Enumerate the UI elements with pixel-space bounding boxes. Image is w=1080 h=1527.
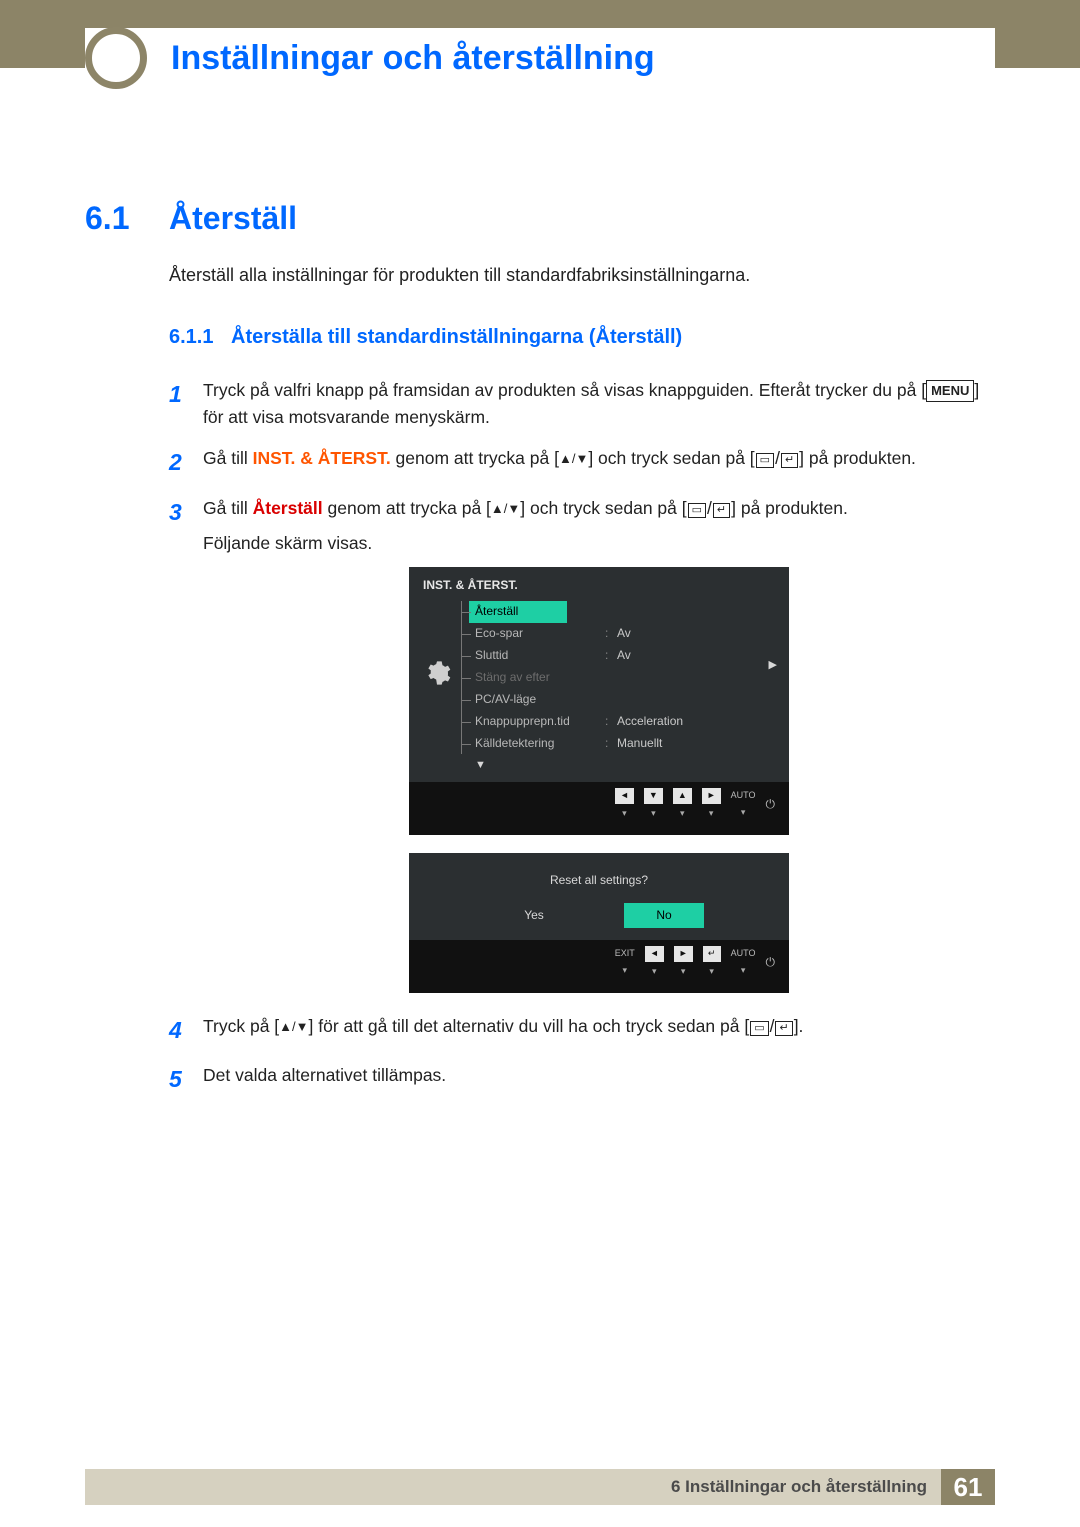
- step-number: 4: [169, 1013, 203, 1049]
- osd-menu-screenshot: INST. & ÅTERST. ÅterställEco-spar:AvSlut…: [409, 567, 789, 835]
- right-arrow-icon: ▶: [769, 657, 777, 674]
- osd-dialog-screenshot: Reset all settings? Yes No EXIT▾ ◄▾ ►▾ ↵…: [409, 853, 789, 993]
- step-2: 2 Gå till INST. & ÅTERST. genom att tryc…: [169, 445, 995, 481]
- osd-item-value: Manuellt: [617, 734, 759, 753]
- osd-item-sep: :: [605, 712, 617, 731]
- up-down-icon: ▲/▼: [279, 1017, 308, 1037]
- highlight-orange: INST. & ÅTERST.: [253, 448, 391, 468]
- step-number: 3: [169, 495, 203, 999]
- step-number: 1: [169, 377, 203, 431]
- chapter-title: Inställningar och återställning: [171, 39, 655, 78]
- chapter-bullet-icon: [85, 27, 147, 89]
- osd-item-value: Av: [617, 624, 759, 643]
- osd-item-sep: :: [605, 646, 617, 665]
- osd-nav-bar: ◄▾ ▼▾ ▲▾ ►▾ AUTO▾ ⏻: [409, 782, 789, 835]
- enter-icon: ▭: [756, 453, 774, 468]
- osd-menu-item: Knappupprepn.tid:Acceleration: [475, 711, 759, 733]
- enter-icon: ↵: [775, 1021, 792, 1036]
- enter-icon: ↵: [713, 503, 730, 518]
- menu-key-icon: MENU: [926, 380, 974, 402]
- step-text: genom att trycka på [: [391, 448, 559, 468]
- osd-item-value: Av: [617, 646, 759, 665]
- nav-left-icon: ◄: [645, 946, 664, 962]
- osd-menu-item: Sluttid:Av: [475, 645, 759, 667]
- section-intro: Återställ alla inställningar för produkt…: [169, 265, 995, 286]
- nav-down-icon: ▼: [644, 788, 663, 804]
- step-text: ] för att gå till det alternativ du vill…: [309, 1016, 750, 1036]
- step-text: ] på produkten.: [731, 498, 848, 518]
- page-footer: 6 Inställningar och återställning 61: [85, 1469, 995, 1505]
- step-text: ] på produkten.: [799, 448, 916, 468]
- osd-item-label: Återställ: [475, 602, 605, 621]
- power-icon: ⏻: [766, 953, 776, 972]
- nav-exit: EXIT: [615, 947, 635, 961]
- step-3: 3 Gå till Återställ genom att trycka på …: [169, 495, 995, 999]
- enter-icon: ▭: [750, 1021, 768, 1036]
- nav-enter-icon: ↵: [703, 946, 721, 962]
- osd-item-label: PC/AV-läge: [475, 690, 605, 709]
- osd-menu-item: Källdetektering:Manuellt: [475, 733, 759, 755]
- step-text: Det valda alternativet tillämpas.: [203, 1062, 995, 1098]
- step-text: Gå till: [203, 448, 253, 468]
- page-number: 61: [941, 1469, 995, 1505]
- nav-right-icon: ►: [674, 946, 693, 962]
- steps-list: 1 Tryck på valfri knapp på framsidan av …: [169, 377, 995, 1098]
- step-text: genom att trycka på [: [323, 498, 491, 518]
- step-text: Tryck på [: [203, 1016, 279, 1036]
- osd-item-sep: :: [605, 624, 617, 643]
- osd-item-label: Eco-spar: [475, 624, 605, 643]
- step-text: ] och tryck sedan på [: [588, 448, 754, 468]
- osd-item-label: Stäng av efter: [475, 668, 605, 687]
- osd-item-label: Sluttid: [475, 646, 605, 665]
- subsection-title: Återställa till standardinställningarna …: [231, 326, 682, 349]
- step-text: Tryck på valfri knapp på framsidan av pr…: [203, 380, 926, 400]
- enter-icon: ↵: [781, 453, 798, 468]
- nav-auto: AUTO: [731, 947, 756, 961]
- footer-text: 6 Inställningar och återställning: [85, 1469, 941, 1505]
- osd-item-value: Acceleration: [617, 712, 759, 731]
- subsection-number: 6.1.1: [169, 326, 231, 349]
- osd-item-sep: :: [605, 734, 617, 753]
- section-title: Återställ: [169, 200, 297, 237]
- step-text: ].: [794, 1016, 804, 1036]
- chapter-header: Inställningar och återställning: [85, 28, 995, 88]
- osd-title: INST. & ÅTERST.: [409, 567, 789, 601]
- section-number: 6.1: [85, 200, 169, 237]
- dialog-no-button: No: [624, 903, 704, 928]
- dialog-yes-button: Yes: [494, 903, 574, 928]
- up-down-icon: ▲/▼: [559, 449, 588, 469]
- subsection-heading: 6.1.1 Återställa till standardinställnin…: [169, 326, 995, 349]
- nav-up-icon: ▲: [673, 788, 692, 804]
- osd-menu-item: Återställ: [469, 601, 567, 623]
- osd-dialog-nav-bar: EXIT▾ ◄▾ ►▾ ↵▾ AUTO▾ ⏻: [409, 940, 789, 993]
- step-4: 4 Tryck på [▲/▼] för att gå till det alt…: [169, 1013, 995, 1049]
- highlight-red: Återställ: [253, 498, 323, 518]
- down-arrow-icon: ▼: [475, 755, 789, 774]
- step-text: Följande skärm visas.: [203, 533, 372, 553]
- step-text: ] och tryck sedan på [: [520, 498, 686, 518]
- step-number: 5: [169, 1062, 203, 1098]
- up-down-icon: ▲/▼: [491, 499, 520, 519]
- gear-icon: [423, 659, 451, 687]
- page-content: 6.1 Återställ Återställ alla inställning…: [85, 200, 995, 1112]
- osd-menu-item: PC/AV-läge: [475, 689, 759, 711]
- enter-icon: ▭: [688, 503, 706, 518]
- osd-menu-item: Eco-spar:Av: [475, 623, 759, 645]
- step-number: 2: [169, 445, 203, 481]
- osd-item-label: Källdetektering: [475, 734, 605, 753]
- step-text: Gå till: [203, 498, 253, 518]
- step-1: 1 Tryck på valfri knapp på framsidan av …: [169, 377, 995, 431]
- section-heading: 6.1 Återställ: [85, 200, 995, 237]
- dialog-question: Reset all settings?: [409, 871, 789, 890]
- step-5: 5 Det valda alternativet tillämpas.: [169, 1062, 995, 1098]
- nav-auto: AUTO: [731, 789, 756, 803]
- power-icon: ⏻: [766, 795, 776, 814]
- osd-item-label: Knappupprepn.tid: [475, 712, 605, 731]
- nav-left-icon: ◄: [615, 788, 634, 804]
- nav-right-icon: ►: [702, 788, 721, 804]
- osd-menu-item: Stäng av efter: [475, 667, 759, 689]
